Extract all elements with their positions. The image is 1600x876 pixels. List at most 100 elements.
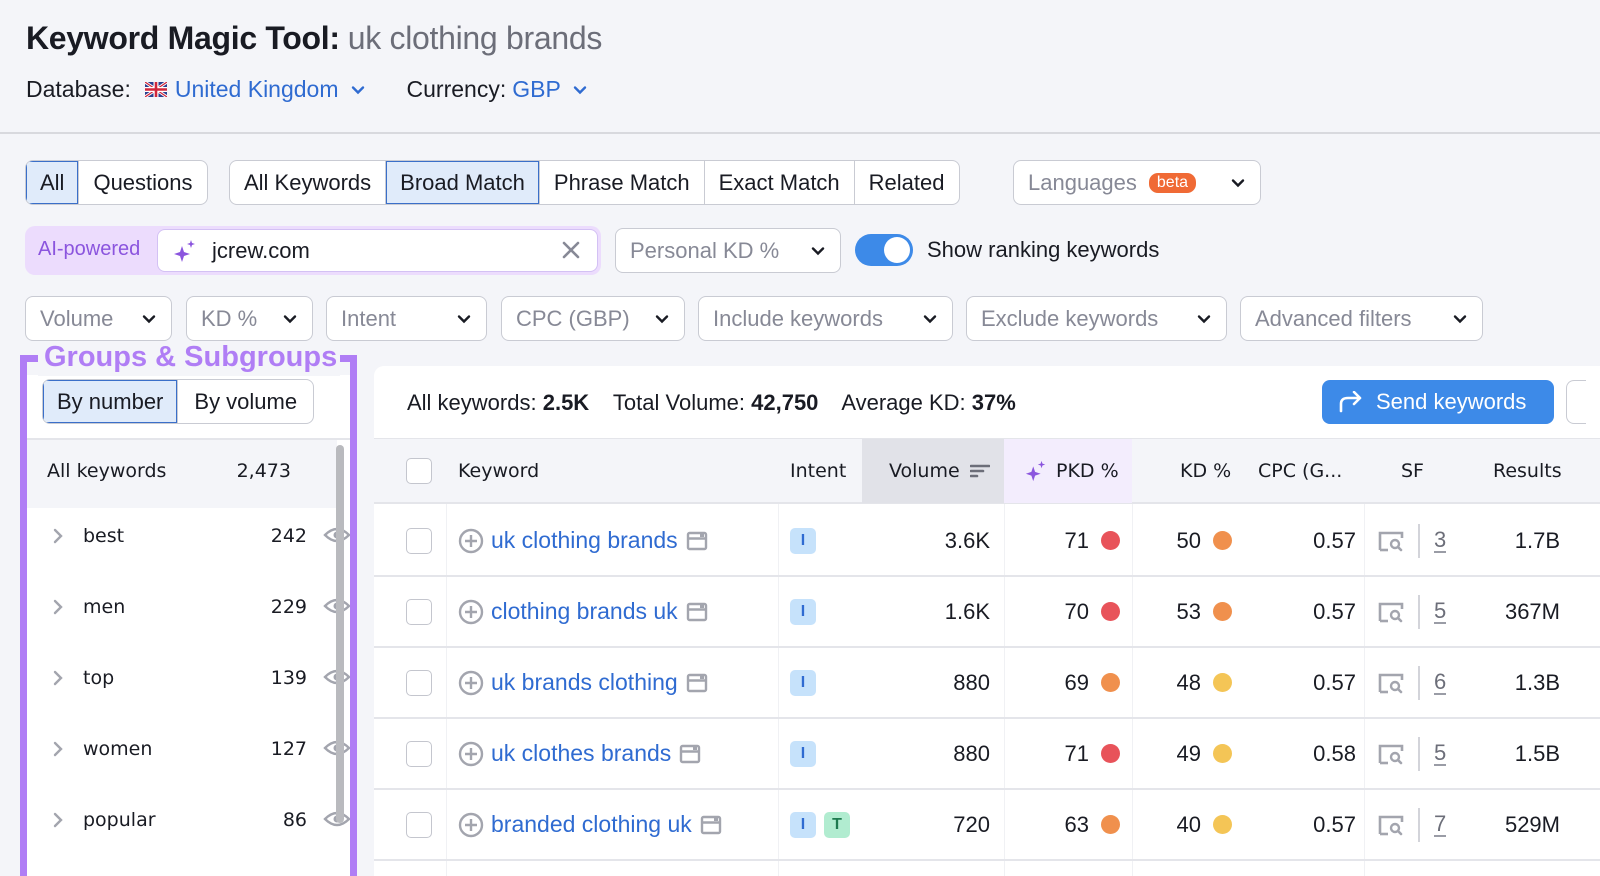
add-to-list-icon[interactable] [458,741,484,767]
serp-features-icon[interactable] [1378,743,1404,765]
serp-features-icon[interactable] [1378,530,1404,552]
domain-input[interactable]: jcrew.com [157,229,598,272]
serp-preview-icon[interactable] [679,744,701,764]
keyword-link[interactable]: uk clothing brands [491,527,678,554]
sf-count[interactable]: 5 [1434,599,1447,624]
add-to-list-icon[interactable] [458,812,484,838]
header-volume[interactable]: Volume [862,439,1004,503]
personal-kd-dropdown[interactable]: Personal KD % [615,228,841,273]
serp-preview-icon[interactable] [686,673,708,693]
header-select-all[interactable] [406,439,446,503]
serp-preview-icon[interactable] [686,531,708,551]
header-pkd-label: PKD % [1056,460,1119,482]
chevron-down-icon [142,314,156,323]
header-sf[interactable]: SF [1401,439,1424,503]
toggle-knob [884,237,910,263]
chevron-down-icon [811,246,825,255]
serp-preview-icon[interactable] [700,815,722,835]
filter-label: Volume [40,305,114,331]
filter-include-keywords[interactable]: Include keywords [698,296,953,341]
keyword-link[interactable]: clothing brands uk [491,598,678,625]
show-ranking-label: Show ranking keywords [927,237,1160,262]
tab-questions[interactable]: Questions [79,161,206,204]
tab-all-keywords[interactable]: All Keywords [230,161,387,204]
pkd-value: 63 [1064,811,1089,837]
languages-label: Languages [1028,169,1137,195]
sf-count[interactable]: 3 [1434,528,1447,553]
header-cpc[interactable]: CPC (G... [1258,439,1342,503]
header-results[interactable]: Results [1493,439,1562,503]
tab-broad-match[interactable]: Broad Match [386,161,540,204]
sf-cell: 3 [1378,506,1447,575]
pkd-value: 71 [1064,527,1089,553]
row-checkbox[interactable] [406,740,432,767]
sf-count[interactable]: 6 [1434,670,1447,695]
kd-difficulty-dot [1213,531,1232,550]
serp-preview-icon[interactable] [686,602,708,622]
kd-cell: 49 [1132,719,1232,788]
row-select-cell [406,648,432,717]
page-title: Keyword Magic Tool: uk clothing brands [26,20,602,57]
volume-cell: 1.6K [944,598,990,624]
filter-advanced[interactable]: Advanced filters [1240,296,1483,341]
filter-volume[interactable]: Volume [25,296,172,341]
intent-badge: I [790,740,816,767]
divider [1418,523,1420,558]
add-to-list-icon[interactable] [458,670,484,696]
select-all-checkbox[interactable] [406,458,432,484]
languages-dropdown[interactable]: Languages beta [1013,160,1261,205]
cpc-cell: 0.58 [1313,740,1356,766]
pkd-cell: 70 [1004,577,1120,646]
tab-related[interactable]: Related [855,161,959,204]
tab-all[interactable]: All [26,161,80,204]
more-button[interactable] [1566,380,1586,424]
row-checkbox[interactable] [406,527,432,554]
header-intent[interactable]: Intent [790,439,846,503]
cpc-cell: 0.57 [1313,527,1356,553]
header-kd[interactable]: KD % [1180,439,1231,503]
volume-cell: 880 [953,669,990,695]
row-checkbox[interactable] [406,669,432,696]
intent-badge: I [790,811,816,838]
kd-cell: 40 [1132,790,1232,859]
pkd-difficulty-dot [1101,531,1120,550]
add-to-list-icon[interactable] [458,599,484,625]
row-checkbox[interactable] [406,811,432,838]
header-pkd[interactable]: PKD % [1004,439,1132,503]
add-to-list-icon[interactable] [458,528,484,554]
sf-count[interactable]: 7 [1434,812,1447,837]
tab-exact-match[interactable]: Exact Match [705,161,855,204]
sparkle-icon [174,239,195,262]
avg-kd-value: 37% [971,390,1016,415]
chevron-down-icon [573,85,586,94]
currency-selector[interactable]: GBP [512,76,587,103]
row-checkbox[interactable] [406,598,432,625]
divider [1418,594,1420,629]
filter-intent[interactable]: Intent [326,296,487,341]
database-selector[interactable]: United Kingdom [137,76,365,103]
total-volume-label: Total Volume: [612,390,745,415]
filter-label: CPC (GBP) [516,305,630,331]
filter-label: Advanced filters [1255,305,1412,331]
filter-exclude-keywords[interactable]: Exclude keywords [966,296,1227,341]
keyword-link[interactable]: uk clothes brands [491,740,671,767]
header-keyword[interactable]: Keyword [458,439,539,503]
show-ranking-toggle[interactable] [855,234,913,266]
serp-features-icon[interactable] [1378,814,1404,836]
filter-kd[interactable]: KD % [186,296,313,341]
serp-features-icon[interactable] [1378,601,1404,623]
row-select-cell [406,577,432,646]
divider [1418,736,1420,771]
filter-cpc[interactable]: CPC (GBP) [501,296,685,341]
clear-icon[interactable] [561,240,581,260]
keyword-link[interactable]: branded clothing uk [491,811,692,838]
tab-phrase-match[interactable]: Phrase Match [540,161,705,204]
sf-count[interactable]: 5 [1434,741,1447,766]
page-header: Keyword Magic Tool: uk clothing brands Da… [0,0,1600,134]
send-keywords-button[interactable]: Send keywords [1322,380,1554,424]
serp-features-icon[interactable] [1378,672,1404,694]
keyword-link[interactable]: uk brands clothing [491,669,678,696]
kd-difficulty-dot [1213,744,1232,763]
intent-badge: I [790,669,816,696]
intent-cell: IT [790,790,858,859]
